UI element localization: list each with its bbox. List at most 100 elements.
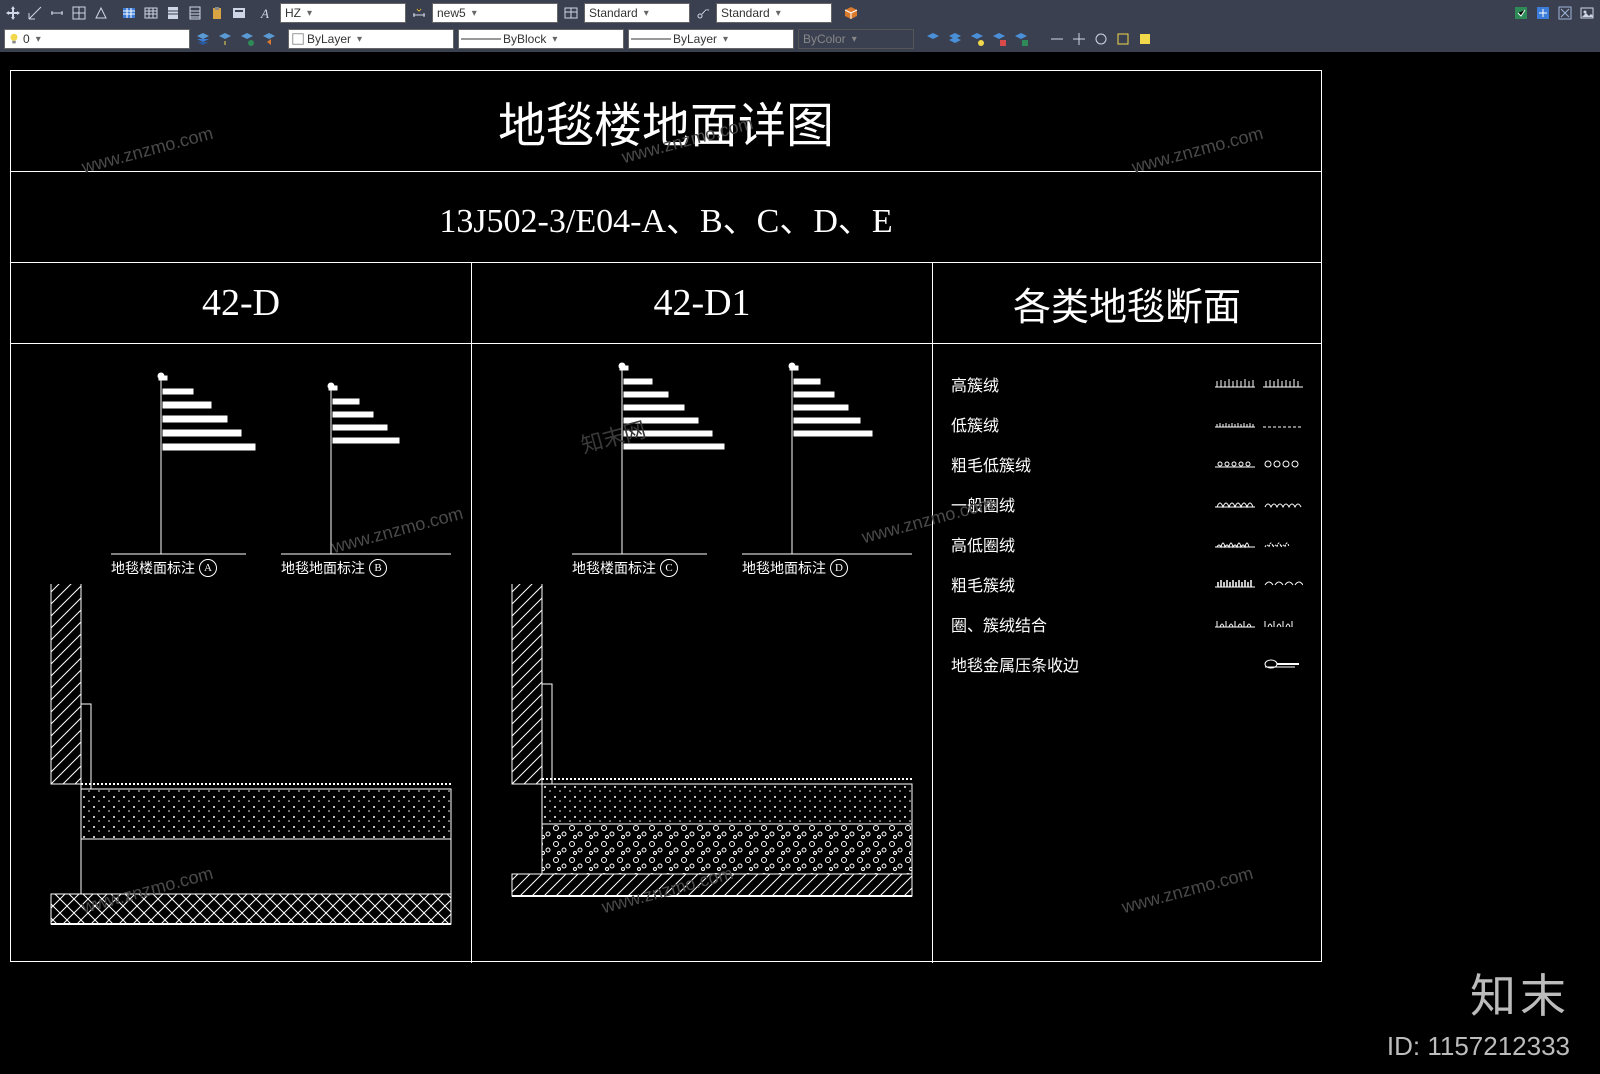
region-icon[interactable] bbox=[92, 4, 110, 22]
carpet-sample-icon bbox=[1215, 537, 1255, 551]
carpet-sample-icon bbox=[1263, 617, 1303, 631]
insert-icon[interactable] bbox=[1534, 4, 1552, 22]
laywalk4-icon[interactable] bbox=[1114, 30, 1132, 48]
chevron-down-icon: ▾ bbox=[774, 8, 781, 19]
color-select[interactable]: ByLayer▾ bbox=[288, 29, 454, 49]
svg-text:A: A bbox=[260, 6, 269, 21]
leader-note-a2: 地毯地面标注 B bbox=[281, 558, 387, 578]
drawing-subtitle: 13J502-3/E04-A、B、C、D、E bbox=[11, 172, 1321, 263]
layer-prev-icon[interactable] bbox=[260, 30, 278, 48]
toolbar-properties: 0▾ ByLayer▾ ByBlock▾ ByLayer▾ ByColor▾ bbox=[0, 26, 1600, 52]
paste-icon[interactable] bbox=[208, 4, 226, 22]
carpet-sample-icon bbox=[1215, 617, 1255, 631]
chevron-down-icon: ▾ bbox=[34, 34, 41, 45]
plotstyle-select[interactable]: ByColor▾ bbox=[798, 29, 914, 49]
carpet-row: 地毯金属压条收边 bbox=[951, 644, 1303, 684]
col-head-c: 各类地毯断面 bbox=[933, 263, 1321, 344]
col-42d: 42-D bbox=[11, 263, 472, 963]
carpet-row: 高簇绒 bbox=[951, 364, 1303, 404]
text-style-select[interactable]: HZ▾ bbox=[280, 3, 406, 23]
carpet-sample-icon bbox=[1263, 417, 1303, 431]
chevron-down-icon: ▾ bbox=[355, 34, 362, 45]
chevron-down-icon: ▾ bbox=[305, 8, 312, 19]
carpet-row: 一般圈绒 bbox=[951, 484, 1303, 524]
lineweight-select[interactable]: ByLayer▾ bbox=[628, 29, 794, 49]
pan-icon[interactable] bbox=[4, 4, 22, 22]
layer-states-icon[interactable] bbox=[194, 30, 212, 48]
chevron-down-icon: ▾ bbox=[642, 8, 649, 19]
table-icon[interactable] bbox=[120, 4, 138, 22]
brand-watermark: 知末 bbox=[1470, 960, 1570, 1026]
carpet-sample-icon bbox=[1215, 577, 1255, 591]
xref-icon[interactable] bbox=[1556, 4, 1574, 22]
tag-b: B bbox=[369, 559, 387, 577]
grid-icon[interactable] bbox=[142, 4, 160, 22]
carpet-row: 粗毛簇绒 bbox=[951, 564, 1303, 604]
layprop2-icon[interactable] bbox=[946, 30, 964, 48]
dim-style-select[interactable]: new5▾ bbox=[432, 3, 558, 23]
image-icon[interactable] bbox=[1578, 4, 1596, 22]
col-head-a: 42-D bbox=[11, 263, 471, 344]
carpet-sample-icon bbox=[1215, 377, 1255, 391]
lightbulb-icon bbox=[7, 32, 21, 46]
laywalk1-icon[interactable] bbox=[1048, 30, 1066, 48]
carpet-sample-icon bbox=[1263, 377, 1303, 391]
dimstyle-icon[interactable] bbox=[410, 4, 428, 22]
leader-note-b2: 地毯地面标注 D bbox=[742, 558, 848, 578]
field-icon[interactable] bbox=[230, 4, 248, 22]
callout-a bbox=[11, 344, 471, 604]
leader-note-b1: 地毯楼面标注 C bbox=[572, 558, 678, 578]
col-head-b: 42-D1 bbox=[472, 263, 932, 344]
mleader-style-select[interactable]: Standard▾ bbox=[716, 3, 832, 23]
laywalk2-icon[interactable] bbox=[1070, 30, 1088, 48]
section-42d bbox=[11, 584, 471, 964]
carpet-list: 高簇绒 低簇绒 粗毛低簇绒 一般圈绒 高低圈绒 粗毛簇绒 圈、簇绒结合 地毯金属… bbox=[933, 344, 1321, 704]
carpet-row: 圈、簇绒结合 bbox=[951, 604, 1303, 644]
color-swatch-icon bbox=[291, 32, 305, 46]
layer-iso-icon[interactable] bbox=[238, 30, 256, 48]
linetype-select[interactable]: ByBlock▾ bbox=[458, 29, 624, 49]
chevron-down-icon: ▾ bbox=[721, 34, 728, 45]
layprop5-icon[interactable] bbox=[1012, 30, 1030, 48]
carpet-sample-icon bbox=[1263, 457, 1303, 471]
carpet-row: 低簇绒 bbox=[951, 404, 1303, 444]
wblock-icon[interactable] bbox=[1512, 4, 1530, 22]
area-icon[interactable] bbox=[70, 4, 88, 22]
layprop4-icon[interactable] bbox=[990, 30, 1008, 48]
section-42d1 bbox=[472, 584, 932, 964]
ucs-icon[interactable] bbox=[26, 4, 44, 22]
carpet-sample-icon bbox=[1215, 457, 1255, 471]
layprop3-icon[interactable] bbox=[968, 30, 986, 48]
carpet-sample-icon bbox=[1263, 537, 1303, 551]
mleaderstyle-icon[interactable] bbox=[694, 4, 712, 22]
col-42d1: 42-D1 bbox=[472, 263, 933, 963]
drawing-title: 地毯楼地面详图 bbox=[11, 71, 1321, 172]
sheet2-icon[interactable] bbox=[186, 4, 204, 22]
chevron-down-icon: ▾ bbox=[550, 34, 557, 45]
tablestyle-icon[interactable] bbox=[562, 4, 580, 22]
lineweight-preview-icon bbox=[631, 32, 671, 46]
carpet-sample-icon bbox=[1263, 497, 1303, 511]
linetype-preview-icon bbox=[461, 32, 501, 46]
tag-c: C bbox=[660, 559, 678, 577]
chevron-down-icon: ▾ bbox=[850, 34, 857, 45]
drawing-frame: 地毯楼地面详图 13J502-3/E04-A、B、C、D、E 42-D bbox=[10, 70, 1322, 962]
layer-select[interactable]: 0▾ bbox=[4, 29, 190, 49]
laywalk3-icon[interactable] bbox=[1092, 30, 1110, 48]
layprop1-icon[interactable] bbox=[924, 30, 942, 48]
toolbar-styles: A HZ▾ new5▾ Standard▾ Standard▾ bbox=[0, 0, 1600, 26]
sheet-icon[interactable] bbox=[164, 4, 182, 22]
laywalk5-icon[interactable] bbox=[1136, 30, 1154, 48]
carpet-row: 粗毛低簇绒 bbox=[951, 444, 1303, 484]
block-icon[interactable] bbox=[842, 4, 860, 22]
layer-off-icon[interactable] bbox=[216, 30, 234, 48]
carpet-sample-icon bbox=[1215, 417, 1255, 431]
dist-icon[interactable] bbox=[48, 4, 66, 22]
tag-a: A bbox=[199, 559, 217, 577]
tag-d: D bbox=[830, 559, 848, 577]
carpet-sample-icon bbox=[1263, 577, 1303, 591]
col-carpet-types: 各类地毯断面 高簇绒 低簇绒 粗毛低簇绒 一般圈绒 高低圈绒 粗毛簇绒 圈、簇绒… bbox=[933, 263, 1321, 963]
textstyle-icon[interactable]: A bbox=[258, 4, 276, 22]
table-style-select[interactable]: Standard▾ bbox=[584, 3, 690, 23]
chevron-down-icon: ▾ bbox=[470, 8, 477, 19]
